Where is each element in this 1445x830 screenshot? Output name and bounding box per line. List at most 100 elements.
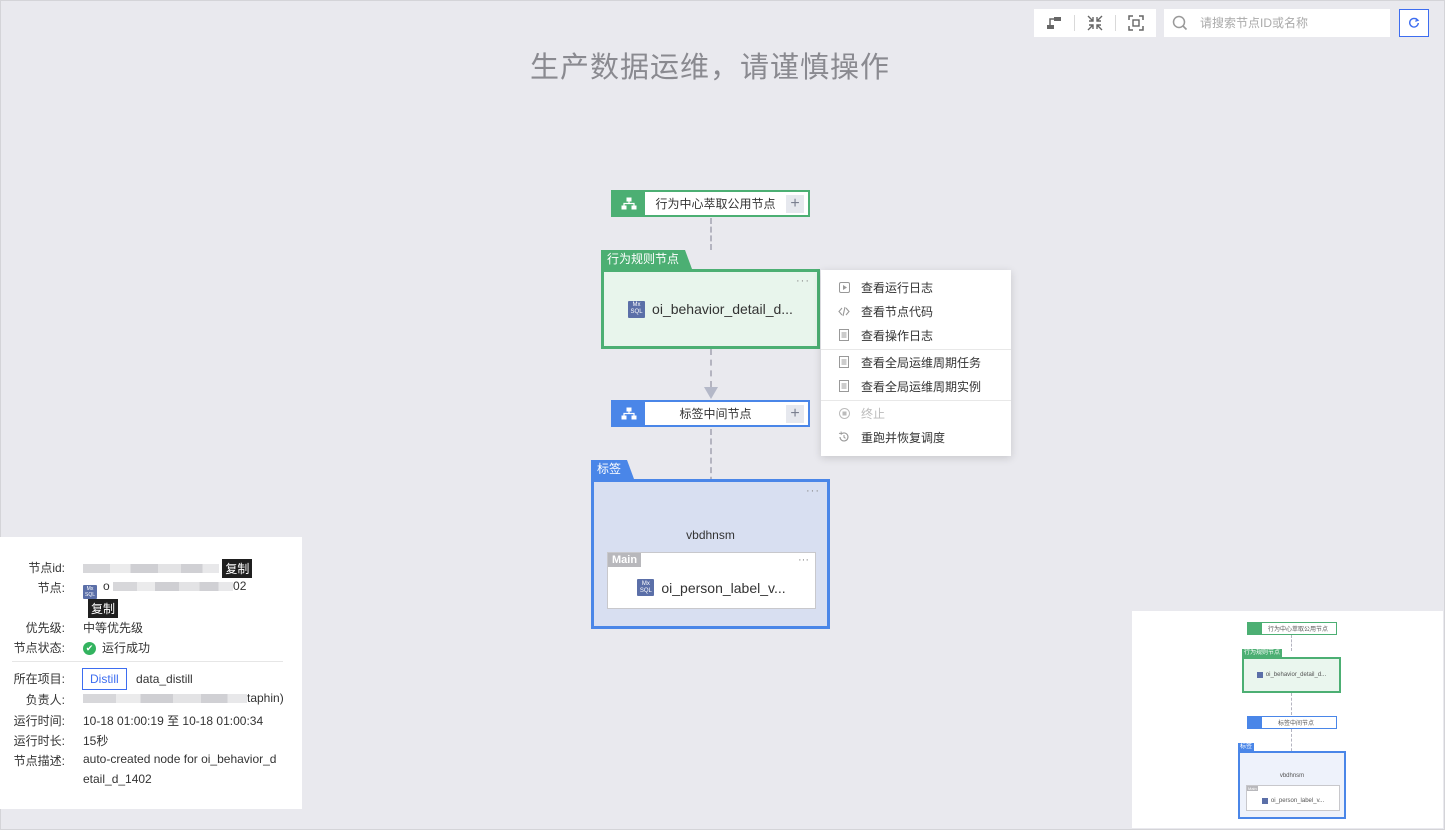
watermark-text: 生产数据运维，请谨慎操作 xyxy=(529,52,890,84)
inner-group-tab: Main xyxy=(608,553,642,567)
group-tab: 行为规则节点 xyxy=(601,250,693,269)
menu-item-view-global-cycle-instances[interactable]: 查看全局运维周期实例 xyxy=(821,375,1011,397)
group-behavior-rules[interactable]: ··· Mx SQL oi_behavior_detail_d... xyxy=(601,269,820,349)
document-icon xyxy=(838,356,850,368)
graph-minimap[interactable]: 行为中心萃取公用节点 行为规则节点 oi_behavior_detail_d..… xyxy=(1132,611,1443,828)
expand-button[interactable]: + xyxy=(786,194,804,213)
minimap-node-label: 标签中间节点 xyxy=(1278,721,1315,727)
node-info-panel: 节点id: 复制 节点: Mx SQL o 02 复制 优先级: 中等优先级 节点状… xyxy=(0,537,302,809)
menu-item-view-operation-log[interactable]: 查看操作日志 xyxy=(821,324,1011,346)
graph-node-person-label[interactable]: Mx SQL oi_person_label_v... xyxy=(608,567,815,608)
mysql-icon xyxy=(1261,798,1268,804)
panel-divider xyxy=(12,661,283,662)
menu-item-view-run-log[interactable]: 查看运行日志 xyxy=(821,276,1011,298)
menu-item-terminate: 终止 xyxy=(821,402,1011,424)
menu-item-view-global-cycle-tasks[interactable]: 查看全局运维周期任务 xyxy=(821,351,1011,373)
mysql-icon: Mx SQL xyxy=(628,300,646,318)
node-search-box[interactable] xyxy=(1164,9,1390,37)
copy-node-name-button[interactable]: 复制 xyxy=(88,599,119,618)
node-label: oi_person_label_v... xyxy=(661,579,786,596)
refresh-icon xyxy=(1409,17,1420,28)
graph-node-virtual[interactable]: 标签中间节点 + xyxy=(611,400,810,427)
duration-value: 15秒 xyxy=(83,734,109,748)
document-icon xyxy=(838,329,850,341)
node-label: 行为中心萃取公用节点 xyxy=(655,197,776,211)
more-icon[interactable]: ··· xyxy=(798,554,809,566)
document-icon xyxy=(838,380,850,392)
mysql-icon xyxy=(1256,672,1263,678)
layout-button[interactable] xyxy=(1034,9,1074,37)
minimap-group-tab: 行为规则节点 xyxy=(1242,649,1283,657)
run-time-label: 运行时间: xyxy=(13,714,65,728)
minimap-group-label: vbdhnsm Main oi_person_label_v... xyxy=(1238,751,1346,819)
priority-value: 中等优先级 xyxy=(83,621,144,635)
fit-view-button[interactable] xyxy=(1116,9,1156,37)
group-label[interactable]: ··· vbdhnsm Main ··· Mx SQL oi_person_lab… xyxy=(591,479,830,629)
minimap-group-subtitle: vbdhnsm xyxy=(1279,773,1305,779)
description-line-1: auto-created node for oi_behavior_d xyxy=(83,752,277,766)
owner-label: 负责人: xyxy=(25,693,65,707)
menu-item-rerun-resume[interactable]: 重跑并恢复调度 xyxy=(821,426,1011,448)
minimap-node-mid: 标签中间节点 xyxy=(1247,716,1337,729)
minimap-node-label: oi_behavior_detail_d... xyxy=(1265,672,1327,678)
node-context-menu: 查看运行日志 查看节点代码 查看操作日志 查看全局运维周期任务 查看全局运维周期… xyxy=(821,270,1011,456)
menu-item-label: 查看全局运维周期实例 xyxy=(861,379,982,394)
duration-label: 运行时长: xyxy=(13,734,65,748)
code-icon xyxy=(838,305,850,317)
mysql-icon: Mx SQL xyxy=(637,579,655,596)
project-distill-button[interactable]: Distill xyxy=(82,668,127,690)
layout-icon xyxy=(1047,17,1061,29)
menu-item-view-node-code[interactable]: 查看节点代码 xyxy=(821,300,1011,322)
node-label: oi_behavior_detail_d... xyxy=(652,301,793,317)
menu-item-label: 查看操作日志 xyxy=(861,328,934,343)
minimap-group-behavior: oi_behavior_detail_d... xyxy=(1242,657,1341,693)
group-subtitle: vbdhnsm xyxy=(686,528,735,542)
hierarchy-icon xyxy=(621,407,637,420)
inner-group-main[interactable]: Main ··· Mx SQL oi_person_label_v... xyxy=(607,552,816,609)
fit-view-icon xyxy=(1128,15,1144,31)
minimap-edge xyxy=(1291,693,1292,715)
more-icon[interactable]: ··· xyxy=(806,485,820,497)
success-check-icon: ✔ xyxy=(83,642,96,656)
group-tab: 标签 xyxy=(591,460,635,479)
graph-node-behavior[interactable]: Mx SQL oi_behavior_detail_d... xyxy=(604,272,817,346)
refresh-button[interactable] xyxy=(1399,9,1429,37)
edge-behavior-to-mid xyxy=(710,349,712,387)
expand-button[interactable]: + xyxy=(786,404,804,423)
copy-node-id-button[interactable]: 复制 xyxy=(222,559,253,578)
project-label: 所在项目: xyxy=(13,672,65,686)
node-name-value: Mx SQL o 02 xyxy=(83,579,247,599)
info-row-copy: 复制 xyxy=(88,599,119,618)
node-id-label: 节点id: xyxy=(28,561,65,575)
menu-divider xyxy=(821,349,1011,350)
mysql-icon: Mx SQL xyxy=(83,585,97,599)
node-search-input[interactable] xyxy=(1198,15,1387,31)
graph-toolbar xyxy=(1034,9,1156,37)
project-value: Distill data_distill xyxy=(82,668,193,690)
status-label: 节点状态: xyxy=(13,641,65,655)
hierarchy-icon xyxy=(1248,717,1262,728)
collapse-button[interactable] xyxy=(1075,9,1115,37)
hierarchy-icon xyxy=(621,197,637,210)
masked-node-id xyxy=(83,564,219,573)
masked-owner xyxy=(83,694,247,704)
search-icon xyxy=(1172,15,1188,31)
play-icon xyxy=(838,281,850,293)
minimap-inner-tab: Main xyxy=(1247,786,1258,791)
minimap-node: oi_person_label_v... xyxy=(1247,792,1339,810)
status-value: ✔ 运行成功 xyxy=(83,639,150,656)
menu-item-label: 查看运行日志 xyxy=(861,280,934,295)
menu-item-label: 查看全局运维周期任务 xyxy=(861,355,982,370)
virtual-node-icon xyxy=(613,402,645,425)
menu-item-label: 终止 xyxy=(861,406,886,421)
graph-node-virtual[interactable]: 行为中心萃取公用节点 + xyxy=(611,190,810,217)
minimap-node-label: 行为中心萃取公用节点 xyxy=(1268,627,1329,633)
run-time-value: 10-18 01:00:19 至 10-18 01:00:34 xyxy=(83,714,264,728)
minimap-inner-group: Main oi_person_label_v... xyxy=(1246,785,1340,811)
masked-node-name xyxy=(113,582,234,592)
edge-top-to-behavior xyxy=(710,218,712,250)
menu-item-label: 重跑并恢复调度 xyxy=(861,430,946,445)
node-label: 标签中间节点 xyxy=(679,407,752,421)
description-label: 节点描述: xyxy=(13,754,65,768)
minimap-edge xyxy=(1291,635,1292,651)
